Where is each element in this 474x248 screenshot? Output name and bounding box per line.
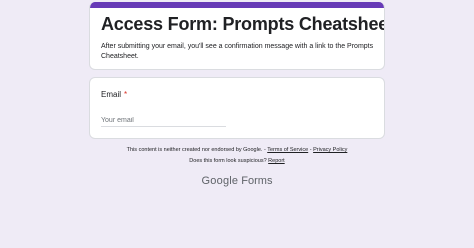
email-question-card: Email * xyxy=(89,77,385,139)
required-asterisk: * xyxy=(124,90,128,99)
email-input[interactable] xyxy=(101,114,226,127)
report-link[interactable]: Report xyxy=(268,158,285,164)
footer-disclaimer: This content is neither created nor endo… xyxy=(0,147,474,153)
brand-forms-text: Forms xyxy=(241,175,273,187)
google-forms-logo[interactable]: Google Forms xyxy=(0,175,474,187)
disclaimer-text: This content is neither created nor endo… xyxy=(126,147,266,153)
footer-separator: - xyxy=(309,147,312,153)
suspicious-text: Does this form look suspicious? xyxy=(189,158,267,164)
terms-of-service-link[interactable]: Terms of Service xyxy=(267,147,308,153)
email-question-label: Email * xyxy=(101,90,127,99)
form-title: Access Form: Prompts Cheatsheet xyxy=(101,14,385,34)
email-label-text: Email xyxy=(101,90,122,99)
form-description: After submitting your email, you'll see … xyxy=(101,43,374,60)
brand-google-text: Google xyxy=(201,175,239,187)
privacy-policy-link[interactable]: Privacy Policy xyxy=(313,147,347,153)
accent-bar xyxy=(90,2,384,8)
form-header-card: Access Form: Prompts Cheatsheet After su… xyxy=(89,2,385,70)
footer-report: Does this form look suspicious? Report xyxy=(0,158,474,164)
